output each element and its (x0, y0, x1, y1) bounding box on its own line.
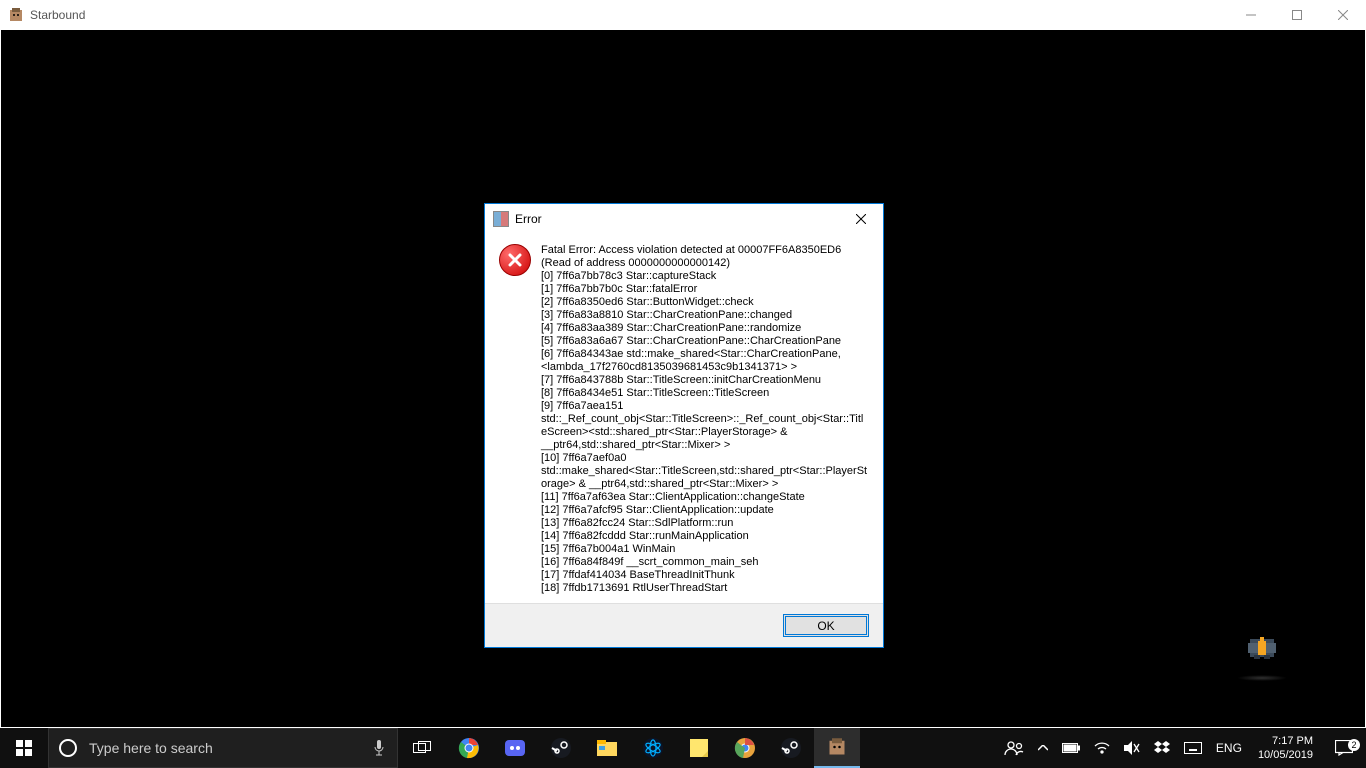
ship-sprite (1244, 631, 1280, 667)
dialog-body: Fatal Error: Access violation detected a… (485, 234, 883, 603)
keyboard-icon[interactable] (1177, 742, 1209, 754)
taskbar-app-discord[interactable] (492, 728, 538, 768)
app-titlebar[interactable]: Starbound (0, 0, 1366, 30)
dialog-footer: OK (485, 603, 883, 647)
dialog-app-icon (493, 211, 509, 227)
pinned-apps (446, 728, 860, 768)
app-title: Starbound (30, 8, 85, 22)
taskbar-app-steam[interactable] (538, 728, 584, 768)
maximize-button[interactable] (1274, 0, 1320, 30)
mic-icon[interactable] (373, 739, 387, 757)
taskbar-app-sticky-notes[interactable] (676, 728, 722, 768)
close-button[interactable] (1320, 0, 1366, 30)
clock-date: 10/05/2019 (1258, 748, 1313, 762)
taskbar-app-steam-running[interactable] (768, 728, 814, 768)
minimize-button[interactable] (1228, 0, 1274, 30)
dialog-titlebar[interactable]: Error (485, 204, 883, 234)
taskbar-app-explorer[interactable] (584, 728, 630, 768)
error-message: Fatal Error: Access violation detected a… (541, 244, 869, 595)
wifi-icon[interactable] (1087, 742, 1117, 754)
action-center-button[interactable]: 2 (1322, 740, 1366, 756)
system-tray: ENG 7:17 PM 10/05/2019 2 (997, 728, 1366, 768)
people-button[interactable] (997, 740, 1031, 756)
task-view-button[interactable] (398, 728, 446, 768)
app-content: Error Fatal Error: Access violation dete… (1, 30, 1365, 727)
search-placeholder: Type here to search (89, 740, 373, 756)
clock[interactable]: 7:17 PM 10/05/2019 (1249, 734, 1322, 762)
sprite-shadow (1237, 675, 1287, 681)
notification-badge: 2 (1348, 739, 1360, 751)
ok-button[interactable]: OK (783, 614, 869, 637)
battery-icon[interactable] (1055, 743, 1087, 753)
error-icon (499, 244, 531, 276)
language-indicator[interactable]: ENG (1209, 741, 1249, 755)
dialog-close-button[interactable] (841, 205, 881, 233)
taskbar-app-chrome-canary[interactable] (722, 728, 768, 768)
cortana-icon (59, 739, 77, 757)
tray-overflow-icon[interactable] (1031, 745, 1055, 751)
error-dialog: Error Fatal Error: Access violation dete… (484, 203, 884, 648)
taskbar-app-starbound[interactable] (814, 728, 860, 768)
dialog-title: Error (515, 212, 542, 226)
clock-time: 7:17 PM (1258, 734, 1313, 748)
dropbox-icon[interactable] (1147, 741, 1177, 755)
start-button[interactable] (0, 728, 48, 768)
search-box[interactable]: Type here to search (48, 728, 398, 768)
taskbar-app-chrome[interactable] (446, 728, 492, 768)
taskbar-app-battlenet[interactable] (630, 728, 676, 768)
volume-icon[interactable] (1117, 741, 1147, 755)
app-window: Starbound Error (0, 0, 1366, 728)
taskbar: Type here to search (0, 728, 1366, 768)
app-icon (8, 7, 24, 23)
